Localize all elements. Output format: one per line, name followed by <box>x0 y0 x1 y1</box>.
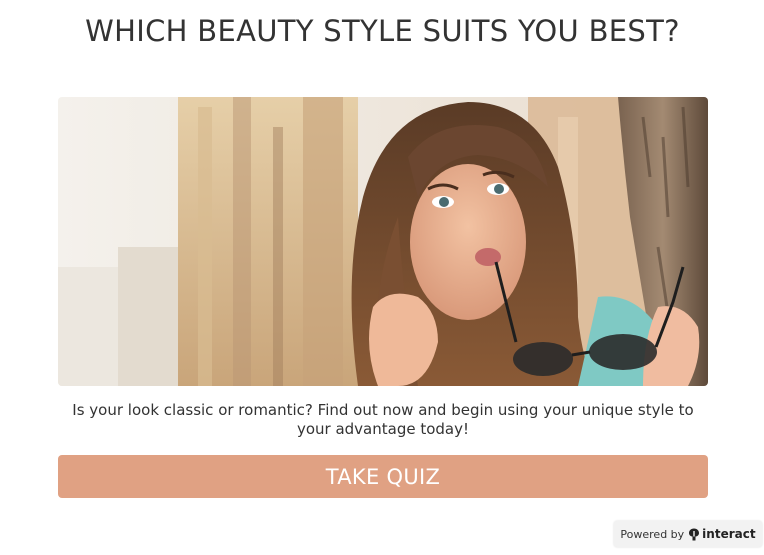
interact-logo-icon <box>689 528 700 540</box>
quiz-description: Is your look classic or romantic? Find o… <box>72 401 694 438</box>
powered-by-badge[interactable]: Powered by interact <box>614 521 762 547</box>
take-quiz-button[interactable]: TAKE QUIZ <box>58 455 708 498</box>
cover-image <box>58 97 708 386</box>
brand-name: interact <box>688 527 756 541</box>
quiz-title: WHICH BEAUTY STYLE SUITS YOU BEST? <box>85 14 680 48</box>
powered-by-label: Powered by <box>620 527 685 541</box>
brand-label: interact <box>702 527 756 541</box>
quiz-cover-page: WHICH BEAUTY STYLE SUITS YOU BEST? Is yo… <box>0 0 764 555</box>
